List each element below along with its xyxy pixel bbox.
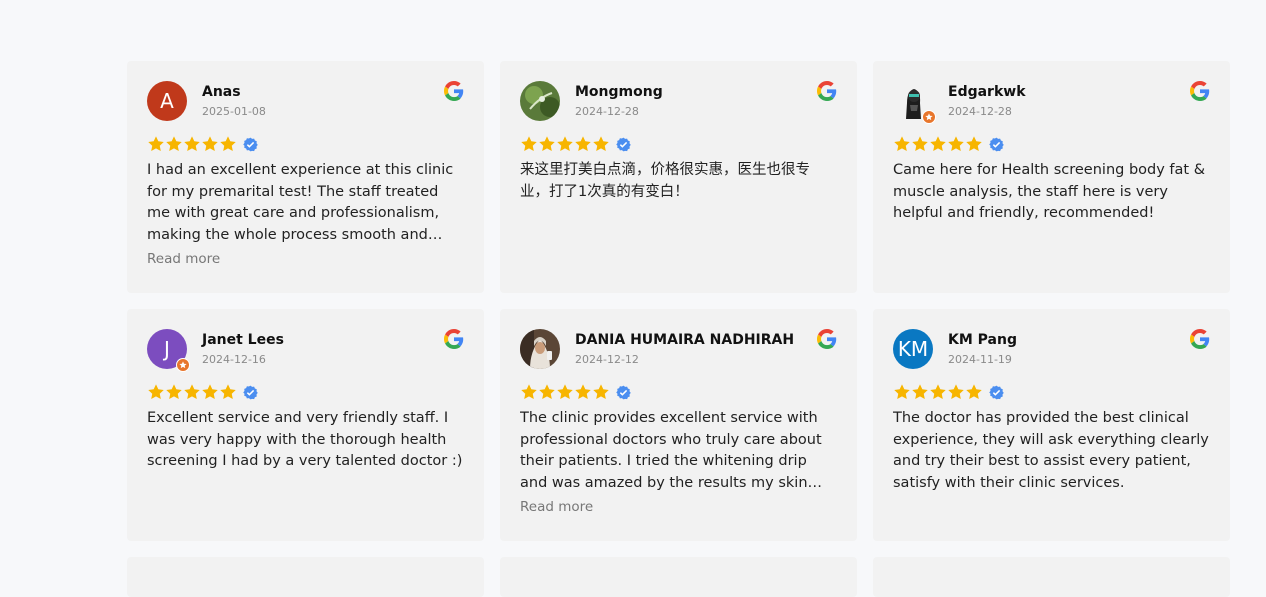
star-icon bbox=[930, 384, 946, 400]
google-g-icon[interactable] bbox=[444, 329, 464, 349]
star-icon bbox=[557, 136, 573, 152]
google-g-icon[interactable] bbox=[817, 329, 837, 349]
review-date: 2024-12-12 bbox=[575, 353, 639, 366]
star-icon bbox=[557, 384, 573, 400]
avatar-letter: A bbox=[160, 89, 174, 113]
star-icon bbox=[220, 136, 236, 152]
star-icon bbox=[166, 384, 182, 400]
star-icon bbox=[948, 136, 964, 152]
review-text: The clinic provides excellent service wi… bbox=[520, 410, 822, 491]
star-icon bbox=[593, 384, 609, 400]
star-icon bbox=[539, 384, 555, 400]
star-icon bbox=[966, 136, 982, 152]
local-guide-badge-icon bbox=[922, 110, 936, 124]
star-icon bbox=[966, 384, 982, 400]
star-icon bbox=[184, 384, 200, 400]
reviewer-name[interactable]: Anas bbox=[202, 83, 266, 101]
avatar: A bbox=[147, 81, 187, 121]
review-card: A Anas 2025-01-08 I had an excellent exp… bbox=[127, 61, 484, 293]
review-date: 2024-12-28 bbox=[948, 105, 1012, 118]
star-icon bbox=[930, 136, 946, 152]
verified-badge-icon bbox=[616, 137, 631, 151]
star-icon bbox=[894, 136, 910, 152]
avatar: KM bbox=[893, 329, 933, 369]
star-icon bbox=[912, 136, 928, 152]
reviews-grid: A Anas 2025-01-08 I had an excellent exp… bbox=[127, 61, 1231, 597]
star-icon bbox=[202, 136, 218, 152]
review-card: J Janet Lees 2024-12-16 Excellent servic… bbox=[127, 309, 484, 541]
rating-stars bbox=[520, 382, 837, 402]
avatar-letter: J bbox=[164, 337, 170, 361]
reviewer-name[interactable]: DANIA HUMAIRA NADHIRAH bbox=[575, 331, 794, 349]
rating-stars bbox=[893, 382, 1210, 402]
review-card: KM KM Pang 2024-11-19 The doctor has pro… bbox=[873, 309, 1230, 541]
star-icon bbox=[593, 136, 609, 152]
google-g-icon[interactable] bbox=[817, 81, 837, 101]
star-icon bbox=[948, 384, 964, 400]
star-icon bbox=[575, 384, 591, 400]
read-more-link[interactable]: Read more bbox=[520, 499, 593, 515]
review-date: 2024-12-28 bbox=[575, 105, 639, 118]
review-text: I had an excellent experience at this cl… bbox=[147, 162, 454, 243]
star-icon bbox=[521, 136, 537, 152]
review-text: The doctor has provided the best clinica… bbox=[893, 410, 1209, 491]
star-icon bbox=[894, 384, 910, 400]
rating-stars bbox=[147, 134, 464, 154]
review-date: 2025-01-08 bbox=[202, 105, 266, 118]
review-card: Edgarkwk 2024-12-28 Came here for Health… bbox=[873, 61, 1230, 293]
review-text: Came here for Health screening body fat … bbox=[893, 162, 1206, 221]
verified-badge-icon bbox=[243, 137, 258, 151]
rating-stars bbox=[147, 382, 464, 402]
verified-badge-icon bbox=[989, 137, 1004, 151]
google-g-icon[interactable] bbox=[444, 81, 464, 101]
rating-stars bbox=[520, 134, 837, 154]
star-icon bbox=[148, 384, 164, 400]
review-text: 来这里打美白点滴，价格很实惠，医生也很专业，打了1次真的有变白！ bbox=[520, 162, 810, 200]
google-g-icon[interactable] bbox=[1190, 329, 1210, 349]
review-date: 2024-12-16 bbox=[202, 353, 266, 366]
star-icon bbox=[202, 384, 218, 400]
reviewer-name[interactable]: Janet Lees bbox=[202, 331, 284, 349]
star-icon bbox=[184, 136, 200, 152]
photo-avatar-icon bbox=[520, 329, 560, 369]
photo-avatar-icon bbox=[520, 81, 560, 121]
review-card bbox=[873, 557, 1230, 597]
verified-badge-icon bbox=[616, 385, 631, 399]
rating-stars bbox=[893, 134, 1210, 154]
reviewer-name[interactable]: KM Pang bbox=[948, 331, 1017, 349]
reviewer-name[interactable]: Edgarkwk bbox=[948, 83, 1026, 101]
avatar: J bbox=[147, 329, 190, 372]
star-icon bbox=[575, 136, 591, 152]
avatar-letter: KM bbox=[897, 337, 929, 361]
review-card: DANIA HUMAIRA NADHIRAH 2024-12-12 The cl… bbox=[500, 309, 857, 541]
review-card bbox=[127, 557, 484, 597]
read-more-link[interactable]: Read more bbox=[147, 251, 220, 267]
review-date: 2024-11-19 bbox=[948, 353, 1012, 366]
review-card bbox=[500, 557, 857, 597]
star-icon bbox=[912, 384, 928, 400]
review-text: Excellent service and very friendly staf… bbox=[147, 410, 463, 469]
star-icon bbox=[148, 136, 164, 152]
local-guide-badge-icon bbox=[176, 358, 190, 372]
star-icon bbox=[166, 136, 182, 152]
verified-badge-icon bbox=[243, 385, 258, 399]
reviewer-name[interactable]: Mongmong bbox=[575, 83, 663, 101]
star-icon bbox=[521, 384, 537, 400]
star-icon bbox=[539, 136, 555, 152]
review-card: Mongmong 2024-12-28 来这里打美白点滴，价格很实惠，医生也很专… bbox=[500, 61, 857, 293]
photo-avatar-icon bbox=[893, 81, 936, 124]
star-icon bbox=[220, 384, 236, 400]
google-g-icon[interactable] bbox=[1190, 81, 1210, 101]
verified-badge-icon bbox=[989, 385, 1004, 399]
